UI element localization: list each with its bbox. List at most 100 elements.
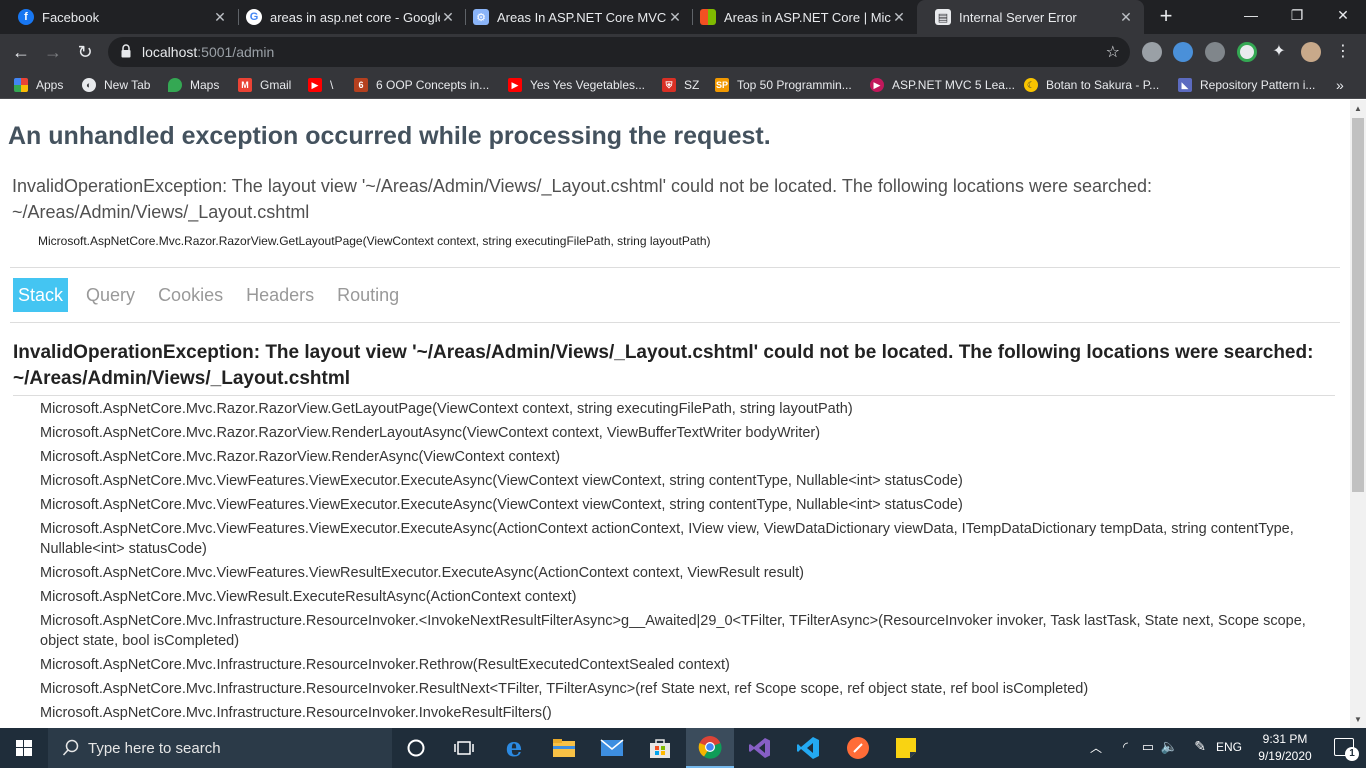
extension-cloud-icon[interactable] <box>1205 42 1225 62</box>
bookmark-new-tab[interactable]: ◐ New Tab <box>82 76 150 94</box>
stack-frame[interactable]: Microsoft.AspNetCore.Mvc.ViewResult.Exec… <box>40 587 1336 607</box>
reload-button[interactable]: ↻ <box>72 39 98 65</box>
new-tab-button[interactable]: + <box>1155 5 1177 29</box>
divider <box>13 395 1335 396</box>
browser-tab-google[interactable]: G areas in asp.net core - Google ✕ <box>228 0 466 34</box>
bookmark-star-icon[interactable]: ☆ <box>1106 42 1120 62</box>
bookmark-sz[interactable]: ⛨ SZ <box>662 76 699 94</box>
close-icon[interactable]: ✕ <box>212 9 228 26</box>
back-button[interactable]: ← <box>8 39 34 65</box>
error-message: InvalidOperationException: The layout vi… <box>12 176 1153 222</box>
clock[interactable]: 9:31 PM 9/19/2020 <box>1250 731 1320 765</box>
menu-icon[interactable]: ⋮ <box>1333 42 1353 62</box>
bookmark-youtube-slash[interactable]: ▶ \ <box>308 76 333 94</box>
tab-title: Areas in ASP.NET Core | Micros <box>724 9 891 25</box>
bookmark-oop-concepts[interactable]: 6 6 OOP Concepts in... <box>354 76 489 94</box>
google-icon: G <box>246 9 262 25</box>
close-icon[interactable]: ✕ <box>891 9 907 26</box>
volume-icon[interactable]: 🔈 <box>1161 738 1178 755</box>
scroll-up-icon[interactable]: ▲ <box>1354 104 1362 113</box>
tab-query[interactable]: Query <box>81 278 140 312</box>
browser-tab-microsoft[interactable]: Areas in ASP.NET Core | Micros ✕ <box>682 0 917 34</box>
gmail-icon: M <box>238 78 252 92</box>
more-bookmarks-chevron-icon[interactable]: » <box>1336 76 1344 94</box>
shield-icon: ⛨ <box>662 78 676 92</box>
taskbar-search-box[interactable]: Type here to search <box>48 728 392 768</box>
minimize-button[interactable]: — <box>1228 0 1274 32</box>
page-icon: ▤ <box>935 9 951 25</box>
restore-button[interactable]: ❐ <box>1274 0 1320 32</box>
stack-frame[interactable]: Microsoft.AspNetCore.Mvc.ViewFeatures.Vi… <box>40 519 1336 559</box>
close-icon[interactable]: ✕ <box>667 9 683 26</box>
address-bar[interactable]: localhost:5001/admin ☆ <box>108 37 1130 67</box>
extensions-puzzle-icon[interactable]: ✦ <box>1269 42 1289 62</box>
mail-icon[interactable] <box>588 728 636 768</box>
microsoft-icon <box>700 9 716 25</box>
sp-icon: SP <box>715 78 729 92</box>
scroll-down-icon[interactable]: ▼ <box>1354 715 1362 724</box>
tab-routing[interactable]: Routing <box>332 278 404 312</box>
page-scrollbar[interactable]: ▲ ▼ <box>1350 100 1366 728</box>
store-icon[interactable] <box>636 728 684 768</box>
tab-stack[interactable]: Stack <box>13 278 69 312</box>
stack-frame[interactable]: Microsoft.AspNetCore.Mvc.Razor.RazorView… <box>40 423 1336 443</box>
cortana-icon[interactable] <box>392 728 440 768</box>
stack-frame[interactable]: Microsoft.AspNetCore.Mvc.Infrastructure.… <box>40 655 1336 675</box>
postman-icon[interactable] <box>834 728 882 768</box>
stack-heading: InvalidOperationException: The layout vi… <box>13 342 1314 389</box>
youtube-icon: ▶ <box>308 78 322 92</box>
scroll-thumb[interactable] <box>1352 118 1364 492</box>
avatar[interactable] <box>1301 42 1321 62</box>
browser-toolbar: ← → ↻ localhost:5001/admin ☆ ✦ ⋮ <box>0 34 1366 70</box>
extension-icon[interactable] <box>1142 42 1162 62</box>
language-indicator[interactable]: ENG <box>1216 740 1242 754</box>
divider <box>10 322 1340 323</box>
stack-frame[interactable]: Microsoft.AspNetCore.Mvc.Razor.RazorView… <box>40 447 1336 467</box>
bookmark-gmail[interactable]: M Gmail <box>238 76 291 94</box>
tab-headers[interactable]: Headers <box>241 278 319 312</box>
stack-frame[interactable]: Microsoft.AspNetCore.Mvc.ViewFeatures.Vi… <box>40 495 1336 515</box>
close-window-button[interactable]: ✕ <box>1320 0 1366 32</box>
forward-button[interactable]: → <box>40 39 66 65</box>
browser-tab-facebook[interactable]: f Facebook ✕ <box>0 0 238 34</box>
stack-frame[interactable]: Microsoft.AspNetCore.Mvc.Infrastructure.… <box>40 679 1336 699</box>
tab-cookies[interactable]: Cookies <box>153 278 228 312</box>
stack-frame[interactable]: Microsoft.AspNetCore.Mvc.Infrastructure.… <box>40 703 1336 723</box>
task-view-icon[interactable] <box>440 728 488 768</box>
stack-frame[interactable]: Microsoft.AspNetCore.Mvc.Infrastructure.… <box>40 611 1336 651</box>
close-icon[interactable]: ✕ <box>1118 9 1134 26</box>
maps-pin-icon <box>168 78 182 92</box>
start-button[interactable] <box>0 728 48 768</box>
bookmark-repository-pattern[interactable]: ◣ Repository Pattern i... <box>1178 76 1315 94</box>
bookmark-top-50-programming[interactable]: SP Top 50 Programmin... <box>715 76 852 94</box>
bookmark-maps[interactable]: Maps <box>168 76 219 94</box>
browser-tab-internal-server-error[interactable]: ▤ Internal Server Error ✕ <box>917 0 1144 34</box>
vscode-icon[interactable] <box>784 728 832 768</box>
bookmark-yes-yes-vegetables[interactable]: ▶ Yes Yes Vegetables... <box>508 76 645 94</box>
stack-frame[interactable]: Microsoft.AspNetCore.Mvc.Razor.RazorView… <box>40 399 1336 419</box>
page-title: An unhandled exception occurred while pr… <box>8 122 771 150</box>
edge-icon[interactable]: e <box>490 728 538 768</box>
battery-icon[interactable]: ▭ <box>1142 739 1154 755</box>
extension-globe-icon[interactable] <box>1173 42 1193 62</box>
stack-frame[interactable]: Microsoft.AspNetCore.Mvc.ViewFeatures.Vi… <box>40 471 1336 491</box>
extension-download-icon[interactable] <box>1237 42 1257 62</box>
tray-chevron-up-icon[interactable]: ︿ <box>1090 739 1102 756</box>
network-icon[interactable]: ◜ <box>1123 739 1128 755</box>
stack-frame[interactable]: Microsoft.AspNetCore.Mvc.ViewFeatures.Vi… <box>40 563 1336 583</box>
bookmark-aspnet-mvc5[interactable]: ▶ ASP.NET MVC 5 Lea... <box>870 76 1015 94</box>
visual-studio-icon[interactable] <box>736 728 784 768</box>
search-placeholder: Type here to search <box>88 739 221 757</box>
close-icon[interactable]: ✕ <box>440 9 456 26</box>
file-explorer-icon[interactable] <box>540 728 588 768</box>
browser-tab-areas-mvc[interactable]: ⚙ Areas In ASP.NET Core MVC ✕ <box>455 0 693 34</box>
sticky-notes-icon[interactable] <box>882 728 930 768</box>
stack-frames: Microsoft.AspNetCore.Mvc.Razor.RazorView… <box>40 399 1336 727</box>
divider <box>10 267 1340 268</box>
chrome-icon[interactable] <box>686 728 734 768</box>
tab-title: areas in asp.net core - Google <box>270 9 440 25</box>
bookmark-botan-to-sakura[interactable]: ☾ Botan to Sakura - P... <box>1024 76 1159 94</box>
notification-center-icon[interactable]: 1 <box>1334 738 1359 761</box>
bookmark-apps[interactable]: Apps <box>14 76 63 94</box>
pen-icon[interactable]: ✎ <box>1194 738 1206 755</box>
